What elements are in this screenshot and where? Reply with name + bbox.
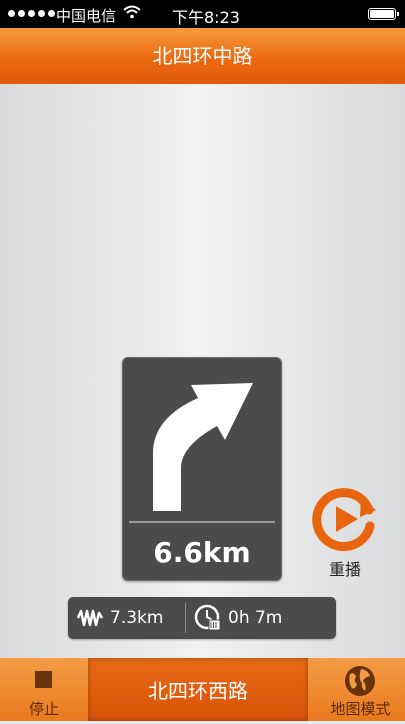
turn-indicator-card: 6.6km: [122, 357, 282, 581]
replay-button[interactable]: 重播: [311, 486, 379, 582]
trip-info-bar: 7.3km 0h 7m: [68, 597, 336, 639]
route-distance-icon: [76, 609, 104, 627]
current-road-name: 北四环西路: [88, 658, 308, 721]
info-divider: [185, 603, 186, 633]
remaining-distance-value: 7.3km: [110, 608, 164, 628]
remaining-time-value: 0h 7m: [228, 608, 283, 628]
clock-icon: [194, 604, 221, 631]
wifi-icon: [123, 5, 141, 23]
next-road-title: 北四环中路: [152, 44, 253, 68]
navigation-header: 北四环中路: [0, 28, 405, 84]
stop-icon: [35, 671, 52, 688]
replay-icon: [312, 488, 376, 552]
right-turn-arrow-icon: [153, 383, 253, 511]
card-divider: [129, 521, 275, 523]
signal-strength-icon: [8, 10, 55, 17]
status-bar: 中国电信 下午8:23: [0, 0, 405, 28]
turn-distance: 6.6km: [153, 536, 251, 569]
globe-icon: [345, 666, 375, 696]
stop-button[interactable]: 停止: [0, 658, 88, 721]
current-road-label: 北四环西路: [148, 679, 248, 703]
map-mode-label: 地图模式: [330, 700, 391, 718]
battery-icon: [368, 8, 399, 20]
stop-label: 停止: [28, 700, 59, 718]
carrier-name: 中国电信: [56, 7, 117, 25]
remaining-time: 0h 7m: [194, 597, 282, 639]
remaining-distance: 7.3km: [76, 597, 163, 639]
bottom-toolbar: 停止 北四环西路 地图模式: [0, 658, 405, 721]
status-time: 下午8:23: [172, 8, 240, 27]
replay-label: 重播: [328, 560, 361, 579]
map-mode-button[interactable]: 地图模式: [316, 658, 405, 721]
